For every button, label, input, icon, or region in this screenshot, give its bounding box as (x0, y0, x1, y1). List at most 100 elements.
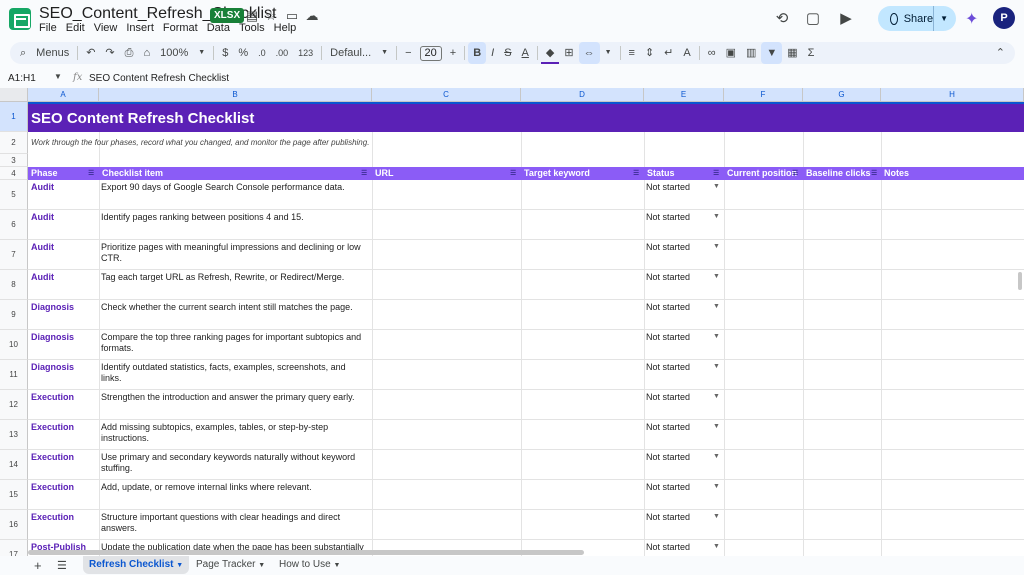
gemini-icon[interactable]: ✦ (965, 9, 978, 29)
status-dropdown-icon[interactable]: ▼ (713, 543, 720, 550)
undo-icon[interactable]: ↶ (81, 42, 100, 64)
cell-status[interactable]: Not started (646, 362, 690, 373)
more-formats[interactable]: 123 (293, 42, 318, 64)
filter-icon[interactable]: ▼ (761, 42, 783, 64)
row-header[interactable]: 16 (0, 510, 28, 540)
cell-status[interactable]: Not started (646, 272, 690, 283)
row-header[interactable]: 7 (0, 240, 28, 270)
cell-phase[interactable]: Audit (31, 272, 54, 283)
row-header[interactable]: 5 (0, 180, 28, 210)
zoom-caret-icon[interactable]: ▼ (193, 42, 210, 64)
cloud-status-icon[interactable]: ☁ (304, 8, 320, 24)
font-size-increase-icon[interactable]: + (445, 42, 461, 64)
row-header[interactable]: 1 (0, 102, 28, 132)
filter-views-icon[interactable]: ▦ (782, 42, 802, 64)
print-icon[interactable]: ⎙ (120, 42, 139, 64)
cell-status[interactable]: Not started (646, 422, 690, 433)
name-box[interactable]: A1:H1 (8, 73, 36, 84)
zoom-select[interactable]: 100% (155, 42, 193, 64)
menu-insert[interactable]: Insert (126, 22, 158, 34)
share-button[interactable]: Share ▼ (878, 6, 956, 31)
row-header[interactable]: 15 (0, 480, 28, 510)
row-header[interactable]: 8 (0, 270, 28, 300)
cell-phase[interactable]: Audit (31, 242, 54, 253)
comments-icon[interactable]: ▢ (803, 9, 823, 29)
cell-status[interactable]: Not started (646, 542, 690, 553)
cell-phase[interactable]: Execution (31, 482, 74, 493)
column-header-a[interactable]: A (28, 88, 99, 102)
horizontal-scrollbar[interactable] (28, 550, 584, 555)
spreadsheet-grid[interactable]: A B C D E F G H 1 2 3 4 SEO Content Refr… (0, 88, 1024, 556)
cell-status[interactable]: Not started (646, 332, 690, 343)
cell-phase[interactable]: Execution (31, 452, 74, 463)
menu-tools[interactable]: Tools (239, 22, 269, 34)
row-header[interactable]: 10 (0, 330, 28, 360)
menu-format[interactable]: Format (163, 22, 202, 34)
menu-edit[interactable]: Edit (66, 22, 89, 34)
row-header[interactable]: 6 (0, 210, 28, 240)
filter-position-icon[interactable]: ☰ (792, 170, 800, 177)
add-sheet-icon[interactable]: + (34, 558, 42, 573)
status-dropdown-icon[interactable]: ▼ (713, 363, 720, 370)
status-dropdown-icon[interactable]: ▼ (713, 453, 720, 460)
row-header[interactable]: 13 (0, 420, 28, 450)
cell-checklist-item[interactable]: Use primary and secondary keywords natur… (101, 452, 367, 474)
status-dropdown-icon[interactable]: ▼ (713, 333, 720, 340)
cell-checklist-item[interactable]: Strengthen the introduction and answer t… (101, 392, 367, 403)
font-select[interactable]: Defaul... (325, 42, 376, 64)
cell-phase[interactable]: Execution (31, 392, 74, 403)
sheets-logo-icon[interactable] (9, 8, 31, 30)
text-color-icon[interactable]: A (517, 42, 534, 64)
all-sheets-icon[interactable]: ☰ (57, 559, 67, 572)
status-dropdown-icon[interactable]: ▼ (713, 303, 720, 310)
font-caret-icon[interactable]: ▼ (376, 42, 393, 64)
tab-refresh-checklist[interactable]: Refresh Checklist ▼ (83, 556, 190, 574)
insert-chart-icon[interactable]: ▥ (741, 42, 761, 64)
horizontal-align-icon[interactable]: ≡ (624, 42, 640, 64)
avatar[interactable]: P (993, 7, 1015, 29)
tab-caret-icon[interactable]: ▼ (333, 562, 340, 569)
fill-color-icon[interactable]: ◆ (540, 42, 560, 64)
insert-link-icon[interactable]: ∞ (703, 42, 721, 64)
tab-how-to-use[interactable]: How to Use ▼ (273, 556, 346, 574)
cell-status[interactable]: Not started (646, 482, 690, 493)
meet-icon[interactable]: ▶ (836, 9, 856, 29)
formula-input[interactable]: SEO Content Refresh Checklist (89, 73, 229, 84)
filter-keyword-icon[interactable]: ☰ (633, 170, 641, 177)
insert-comment-icon[interactable]: ▣ (721, 42, 741, 64)
status-dropdown-icon[interactable]: ▼ (713, 393, 720, 400)
column-header-h[interactable]: H (881, 88, 1024, 102)
paint-format-icon[interactable]: ⌂ (138, 42, 155, 64)
search-menus-icon[interactable]: ⌕ (10, 42, 31, 64)
tab-page-tracker[interactable]: Page Tracker ▼ (190, 556, 271, 574)
bold-icon[interactable]: B (468, 42, 487, 64)
cell-status[interactable]: Not started (646, 452, 690, 463)
column-header-c[interactable]: C (372, 88, 521, 102)
decrease-decimal[interactable]: .0 (253, 42, 271, 64)
merge-caret-icon[interactable]: ▼ (600, 42, 617, 64)
tab-caret-icon[interactable]: ▼ (176, 562, 183, 569)
column-header-b[interactable]: B (99, 88, 372, 102)
row-header[interactable]: 3 (0, 154, 28, 167)
cell-phase[interactable]: Diagnosis (31, 332, 74, 343)
status-dropdown-icon[interactable]: ▼ (713, 423, 720, 430)
cell-checklist-item[interactable]: Prioritize pages with meaningful impress… (101, 242, 367, 264)
cell-phase[interactable]: Execution (31, 422, 74, 433)
filter-url-icon[interactable]: ☰ (510, 170, 518, 177)
column-header-g[interactable]: G (803, 88, 881, 102)
cell-phase[interactable]: Audit (31, 182, 54, 193)
cell-phase[interactable]: Diagnosis (31, 302, 74, 313)
redo-icon[interactable]: ↷ (100, 42, 119, 64)
increase-decimal[interactable]: .00 (271, 42, 294, 64)
menu-data[interactable]: Data (207, 22, 234, 34)
italic-icon[interactable]: I (486, 42, 499, 64)
percent-format[interactable]: % (233, 42, 253, 64)
status-dropdown-icon[interactable]: ▼ (713, 213, 720, 220)
share-dropdown-icon[interactable]: ▼ (933, 6, 948, 31)
text-rotation-icon[interactable]: A (678, 42, 695, 64)
status-dropdown-icon[interactable]: ▼ (713, 273, 720, 280)
cell-status[interactable]: Not started (646, 182, 690, 193)
menu-help[interactable]: Help (274, 22, 301, 34)
name-box-caret-icon[interactable]: ▼ (54, 72, 62, 81)
cell-checklist-item[interactable]: Compare the top three ranking pages for … (101, 332, 367, 354)
